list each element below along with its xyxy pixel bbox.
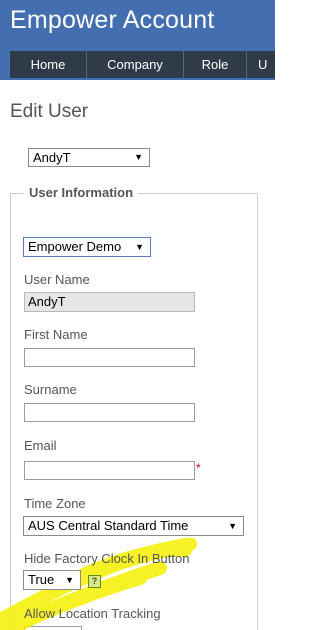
username-label: User Name [24, 272, 90, 287]
hide-factory-clock-label: Hide Factory Clock In Button [24, 551, 190, 566]
main-nav: Home Company Role U [10, 51, 275, 78]
nav-company[interactable]: Company [87, 51, 184, 78]
chevron-down-icon: ▼ [65, 575, 74, 585]
chevron-down-icon: ▼ [134, 152, 143, 162]
user-select-value: AndyT [33, 150, 71, 165]
allow-location-tracking-select[interactable] [24, 626, 82, 630]
allow-location-tracking-label: Allow Location Tracking [24, 606, 161, 621]
email-field[interactable] [24, 461, 195, 480]
help-icon[interactable]: ? [88, 575, 101, 588]
hide-factory-clock-select[interactable]: True ▼ [23, 570, 81, 590]
company-select-value: Empower Demo [28, 239, 122, 254]
chevron-down-icon: ▼ [135, 242, 144, 252]
time-zone-select[interactable]: AUS Central Standard Time ▼ [23, 516, 244, 536]
hide-factory-clock-value: True [28, 572, 55, 587]
nav-role[interactable]: Role [184, 51, 247, 78]
first-name-field[interactable] [24, 348, 195, 367]
first-name-label: First Name [24, 327, 88, 342]
edit-user-page: Empower Account Home Company Role U Edit… [0, 0, 275, 630]
page-title: Edit User [10, 101, 89, 122]
app-title: Empower Account [10, 6, 215, 34]
email-label: Email [24, 438, 57, 453]
user-select[interactable]: AndyT ▼ [28, 148, 150, 167]
surname-label: Surname [24, 382, 77, 397]
required-marker: * [196, 461, 201, 475]
time-zone-label: Time Zone [24, 496, 86, 511]
company-select[interactable]: Empower Demo ▼ [23, 237, 151, 257]
nav-users[interactable]: U [247, 51, 275, 78]
time-zone-select-value: AUS Central Standard Time [28, 518, 189, 533]
surname-field[interactable] [24, 403, 195, 422]
app-header: Empower Account Home Company Role U [0, 0, 275, 80]
chevron-down-icon: ▼ [228, 521, 237, 531]
user-information-legend: User Information [24, 185, 139, 200]
nav-home[interactable]: Home [10, 51, 87, 78]
username-field: AndyT [24, 292, 195, 312]
